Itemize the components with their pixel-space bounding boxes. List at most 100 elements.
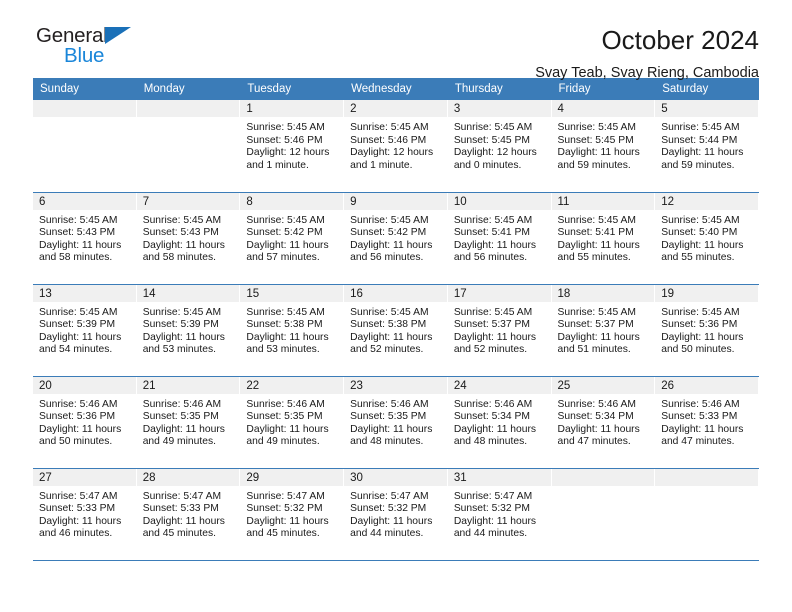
day-number: 24	[447, 376, 552, 394]
sunrise-text: Sunrise: 5:45 AM	[350, 122, 429, 133]
sunrise-text: Sunrise: 5:46 AM	[246, 398, 325, 410]
generalblue-logo[interactable]: General Blue	[33, 25, 163, 74]
daylight-text-line1: Daylight: 11 hours	[39, 331, 122, 343]
day-number: 28	[136, 468, 241, 486]
daylight-text-line1: Daylight: 11 hours	[350, 331, 433, 343]
sunrise-text: Sunrise: 5:46 AM	[557, 398, 636, 410]
daylight-text-line2: and 50 minutes.	[661, 344, 735, 356]
day-number: 4	[551, 100, 656, 117]
daylight-text-line1: Daylight: 11 hours	[661, 239, 744, 251]
day-number: 25	[551, 376, 656, 394]
sunrise-text: Sunrise: 5:47 AM	[39, 490, 118, 502]
daylight-text-line1: Daylight: 12 hours	[453, 147, 537, 159]
daylight-text-line1: Daylight: 11 hours	[453, 515, 537, 527]
calendar-day-cell[interactable]: 29 Sunrise: 5:47 AM Sunset: 5:32 PM Dayligh…	[240, 468, 345, 561]
sunset-text: Sunset: 5:34 PM	[557, 411, 634, 423]
sunset-text: Sunset: 5:36 PM	[39, 411, 116, 423]
calendar-day-cell[interactable]: 19 Sunrise: 5:45 AM Sunset: 5:36 PM Dayligh…	[655, 284, 759, 377]
day-sun-info: Sunrise: 5:46 AM Sunset: 5:34 PM Daylight:…	[448, 394, 552, 449]
page-title: October 2024	[601, 25, 759, 55]
day-number: 7	[136, 192, 241, 210]
calendar-day-cell[interactable]: 31 Sunrise: 5:47 AM Sunset: 5:32 PM Dayligh…	[447, 468, 552, 561]
daylight-text-line2: and 58 minutes.	[142, 252, 216, 264]
sunset-text: Sunset: 5:46 PM	[246, 134, 323, 146]
page-subtitle: Svay Teab, Svay Rieng, Cambodia	[535, 64, 759, 81]
day-sun-info: Sunrise: 5:45 AM Sunset: 5:42 PM Daylight:…	[344, 210, 448, 265]
sunrise-text: Sunrise: 5:45 AM	[350, 214, 429, 226]
sunset-text: Sunset: 5:35 PM	[246, 411, 323, 423]
daylight-text-line2: and 45 minutes.	[142, 528, 216, 540]
day-sun-info: Sunrise: 5:47 AM Sunset: 5:32 PM Daylight:…	[240, 486, 344, 541]
calendar-day-cell[interactable]: 17 Sunrise: 5:45 AM Sunset: 5:37 PM Dayligh…	[447, 284, 552, 377]
day-number: 19	[655, 284, 759, 302]
calendar-day-cell[interactable]: 7 Sunrise: 5:45 AM Sunset: 5:43 PM Daylight…	[136, 192, 241, 285]
calendar-day-cell[interactable]: 10 Sunrise: 5:45 AM Sunset: 5:41 PM Dayligh…	[447, 192, 552, 285]
daylight-text-line2: and 49 minutes.	[246, 436, 320, 448]
calendar-day-cell[interactable]: 16 Sunrise: 5:45 AM Sunset: 5:38 PM Dayligh…	[344, 284, 448, 377]
calendar-day-cell[interactable]: 2 Sunrise: 5:45 AM Sunset: 5:46 PM Daylight…	[344, 100, 448, 193]
calendar-day-cell[interactable]: 28 Sunrise: 5:47 AM Sunset: 5:33 PM Dayligh…	[136, 468, 241, 561]
calendar-day-cell[interactable]: 18 Sunrise: 5:45 AM Sunset: 5:37 PM Dayligh…	[551, 284, 656, 377]
sunrise-text: Sunrise: 5:45 AM	[453, 122, 533, 133]
calendar-day-cell[interactable]: 9 Sunrise: 5:45 AM Sunset: 5:42 PM Daylight…	[344, 192, 448, 285]
day-sun-info: Sunrise: 5:45 AM Sunset: 5:43 PM Daylight:…	[33, 210, 137, 265]
calendar-day-cell[interactable]: 4 Sunrise: 5:45 AM Sunset: 5:45 PM Daylight…	[551, 100, 656, 193]
day-sun-info: Sunrise: 5:46 AM Sunset: 5:35 PM Daylight:…	[240, 394, 344, 449]
day-sun-info: Sunrise: 5:45 AM Sunset: 5:43 PM Daylight:…	[137, 210, 241, 265]
calendar-day-cell[interactable]: 30 Sunrise: 5:47 AM Sunset: 5:32 PM Dayligh…	[344, 468, 448, 561]
sunrise-text: Sunrise: 5:45 AM	[142, 214, 222, 226]
calendar-day-cell[interactable]: 21 Sunrise: 5:46 AM Sunset: 5:35 PM Dayligh…	[136, 376, 241, 469]
day-number: 1	[240, 100, 345, 117]
daylight-text-line1: Daylight: 11 hours	[246, 331, 329, 343]
daylight-text-line1: Daylight: 11 hours	[557, 331, 640, 343]
daylight-text-line2: and 51 minutes.	[557, 344, 631, 356]
calendar-day-cell[interactable]: 24 Sunrise: 5:46 AM Sunset: 5:34 PM Dayligh…	[447, 376, 552, 469]
calendar-day-cell[interactable]: 1 Sunrise: 5:45 AM Sunset: 5:46 PM Daylight…	[240, 100, 345, 193]
sunrise-text: Sunrise: 5:46 AM	[142, 398, 222, 410]
page-header: General Blue October 2024 Svay Teab, Sva…	[33, 0, 759, 81]
daylight-text-line1: Daylight: 11 hours	[661, 147, 744, 159]
calendar-day-cell[interactable]: 23 Sunrise: 5:46 AM Sunset: 5:35 PM Dayligh…	[344, 376, 448, 469]
day-sun-info: Sunrise: 5:45 AM Sunset: 5:41 PM Daylight:…	[448, 210, 552, 265]
daylight-text-line2: and 1 minute.	[350, 159, 413, 171]
calendar-day-cell[interactable]: 15 Sunrise: 5:45 AM Sunset: 5:38 PM Dayligh…	[240, 284, 345, 377]
day-sun-info: Sunrise: 5:45 AM Sunset: 5:42 PM Daylight:…	[240, 210, 344, 265]
daylight-text-line2: and 0 minutes.	[453, 159, 522, 171]
daylight-text-line1: Daylight: 11 hours	[557, 423, 640, 435]
day-sun-info: Sunrise: 5:46 AM Sunset: 5:36 PM Daylight:…	[33, 394, 137, 449]
daylight-text-line2: and 55 minutes.	[557, 252, 631, 264]
calendar-day-cell[interactable]: 13 Sunrise: 5:45 AM Sunset: 5:39 PM Dayligh…	[33, 284, 137, 377]
sunset-text: Sunset: 5:37 PM	[453, 319, 530, 331]
calendar-week-row: 20 Sunrise: 5:46 AM Sunset: 5:36 PM Dayligh…	[33, 376, 759, 469]
calendar-day-cell[interactable]: 22 Sunrise: 5:46 AM Sunset: 5:35 PM Dayligh…	[240, 376, 345, 469]
day-sun-info: Sunrise: 5:46 AM Sunset: 5:34 PM Daylight:…	[552, 394, 656, 449]
calendar-day-cell[interactable]: 6 Sunrise: 5:45 AM Sunset: 5:43 PM Daylight…	[33, 192, 137, 285]
sunset-text: Sunset: 5:45 PM	[453, 134, 530, 146]
daylight-text-line1: Daylight: 11 hours	[39, 239, 122, 251]
daylight-text-line2: and 47 minutes.	[661, 436, 735, 448]
daylight-text-line2: and 52 minutes.	[453, 344, 528, 356]
day-number	[33, 100, 137, 117]
sunrise-text: Sunrise: 5:45 AM	[246, 214, 325, 226]
calendar-day-cell[interactable]: 5 Sunrise: 5:45 AM Sunset: 5:44 PM Daylight…	[655, 100, 759, 193]
calendar-day-cell[interactable]: 11 Sunrise: 5:45 AM Sunset: 5:41 PM Dayligh…	[551, 192, 656, 285]
day-number: 16	[344, 284, 448, 302]
day-number: 12	[655, 192, 759, 210]
calendar-day-cell[interactable]: 20 Sunrise: 5:46 AM Sunset: 5:36 PM Dayligh…	[33, 376, 137, 469]
day-number: 20	[33, 376, 137, 394]
sunset-text: Sunset: 5:32 PM	[350, 503, 427, 515]
calendar-day-cell[interactable]: 27 Sunrise: 5:47 AM Sunset: 5:33 PM Dayligh…	[33, 468, 137, 561]
calendar-day-cell[interactable]: 25 Sunrise: 5:46 AM Sunset: 5:34 PM Dayligh…	[551, 376, 656, 469]
calendar-day-cell[interactable]: 14 Sunrise: 5:45 AM Sunset: 5:39 PM Dayligh…	[136, 284, 241, 377]
sunset-text: Sunset: 5:39 PM	[142, 319, 219, 331]
day-sun-info: Sunrise: 5:46 AM Sunset: 5:35 PM Daylight:…	[137, 394, 241, 449]
calendar-day-cell[interactable]: 26 Sunrise: 5:46 AM Sunset: 5:33 PM Dayligh…	[655, 376, 759, 469]
day-number: 14	[136, 284, 241, 302]
calendar-day-cell[interactable]: 8 Sunrise: 5:45 AM Sunset: 5:42 PM Daylight…	[240, 192, 345, 285]
day-number: 27	[33, 468, 137, 486]
calendar-day-cell[interactable]: 3 Sunrise: 5:45 AM Sunset: 5:45 PM Daylight…	[447, 100, 552, 193]
day-sun-info: Sunrise: 5:45 AM Sunset: 5:45 PM Daylight:…	[448, 117, 552, 172]
day-number: 5	[655, 100, 759, 117]
sunrise-text: Sunrise: 5:45 AM	[661, 306, 740, 318]
calendar-day-cell[interactable]: 12 Sunrise: 5:45 AM Sunset: 5:40 PM Dayligh…	[655, 192, 759, 285]
